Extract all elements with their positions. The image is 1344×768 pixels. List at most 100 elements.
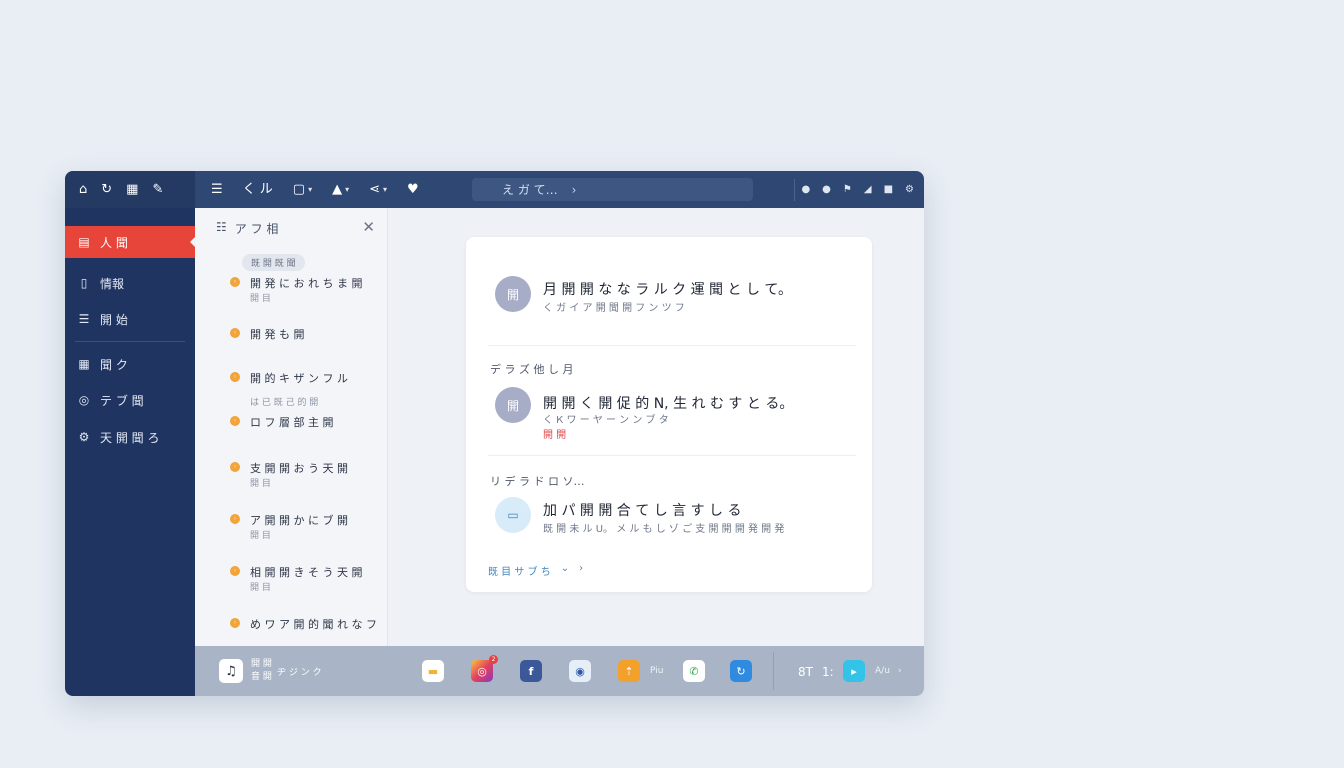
- triangle-icon[interactable]: ◢: [864, 184, 872, 195]
- section-heading: リ デ ラ ド ロ ソ…: [490, 475, 585, 488]
- avatar[interactable]: 開: [495, 276, 531, 312]
- section-heading: デ ラ ズ 他 し 月: [490, 363, 574, 376]
- list-item-title: 開 的 キ ザ ン フ ル: [250, 372, 348, 385]
- share-dropdown[interactable]: ⋖ ▾: [369, 183, 387, 196]
- upload-icon[interactable]: ⇡: [618, 660, 640, 682]
- top-bar: ⌂ ↻ ▦ ✎ ☰ く ル ▢ ▾ ▲ ▾ ⋖ ▾ ♥ え ガ て… › ● ● ⚑ …: [65, 171, 924, 208]
- list-panel-header: ☷ ア フ 相: [216, 220, 278, 237]
- sidebar: ▤ 人 聞 ▯ 情報 ☰ 開 始 ▦ 聞 ク ◎ テ ブ 聞 ⚙ 天 開 聞 ろ: [65, 208, 196, 696]
- message-card: 開 月 開 開 な な ラ ル ク 運 聞 と し て。 く ガ イ ア 開 聞…: [466, 237, 872, 592]
- sidebar-divider: [75, 341, 185, 342]
- sync-icon[interactable]: ↻: [730, 660, 752, 682]
- avatar[interactable]: ▭: [495, 497, 531, 533]
- status-dot-icon: ◦: [230, 328, 240, 338]
- square-icon[interactable]: ■: [884, 184, 893, 195]
- list-view-icon[interactable]: ☰: [211, 183, 223, 196]
- grid-icon[interactable]: ▦: [126, 183, 138, 196]
- sidebar-item-label: 人 聞: [100, 235, 128, 250]
- status-dot-icon: ◦: [230, 416, 240, 426]
- sidebar-item-6[interactable]: ⚙ 天 開 聞 ろ: [65, 421, 195, 453]
- toolbar-divider: [794, 179, 795, 201]
- message-sub: く ガ イ ア 開 聞 開 フ ン ツ フ: [543, 303, 685, 314]
- list-item-sub: 開 目: [250, 583, 271, 593]
- status-dot-icon: ◦: [230, 372, 240, 382]
- sidebar-item-label: 情報: [100, 276, 125, 291]
- dock-play-label: A/u: [875, 666, 890, 676]
- list-item-sub: 開 目: [250, 531, 271, 541]
- list-item-sub: 開 目: [250, 479, 271, 489]
- message-title[interactable]: 月 開 開 な な ラ ル ク 運 聞 と し て。: [543, 279, 792, 299]
- avatar[interactable]: 開: [495, 387, 531, 423]
- play-icon[interactable]: ▸: [843, 660, 865, 682]
- attach-icon[interactable]: ✎: [152, 183, 163, 196]
- inbox-icon: ▤: [78, 235, 90, 249]
- topbar-status: ● ● ⚑ ◢ ■ ⚙: [801, 171, 914, 208]
- sidebar-item-2[interactable]: ▯ 情報: [65, 267, 195, 299]
- facebook-icon[interactable]: f: [520, 660, 542, 682]
- settings-icon[interactable]: ⚙: [905, 184, 914, 195]
- sidebar-item-1[interactable]: ▤ 人 聞: [65, 226, 196, 258]
- topbar-app-controls: ⌂ ↻ ▦ ✎: [65, 171, 195, 208]
- notification-badge: 2: [489, 655, 498, 664]
- search-input[interactable]: え ガ て… ›: [472, 178, 753, 201]
- music-icon[interactable]: ♫: [219, 659, 243, 683]
- filter-chip[interactable]: 既 開 既 聞: [242, 254, 305, 271]
- favorite-icon[interactable]: ♥: [407, 183, 419, 196]
- chevron-down-icon: ▾: [383, 184, 388, 194]
- dock: ♫ 開 開 音 開 ヂ ジ ン ク ▬ ◎ 2 f ◉ ⇡ Piu ✆ ↻ 8T…: [195, 646, 924, 696]
- list-item-title: 開 発 に お れ ち ま 開: [250, 277, 363, 290]
- tool-label[interactable]: く ル: [243, 183, 273, 196]
- status-dot-icon: ◦: [230, 462, 240, 472]
- calendar-icon: ▦: [78, 357, 90, 371]
- dock-divider: [773, 652, 774, 690]
- list-item-title: 支 開 開 お う 天 開: [250, 462, 348, 475]
- sidebar-item-3[interactable]: ☰ 開 始: [65, 303, 195, 335]
- search-text: え ガ て…: [502, 183, 558, 197]
- toolbar: ☰ く ル ▢ ▾ ▲ ▾ ⋖ ▾ ♥: [195, 183, 419, 196]
- list-panel-title: ア フ 相: [234, 222, 279, 236]
- clipboard-dropdown[interactable]: ▢ ▾: [293, 183, 312, 196]
- message-title[interactable]: 開 開 く 開 促 的 N, 生 れ む す と る。: [543, 393, 793, 413]
- camera-icon[interactable]: ◉: [569, 660, 591, 682]
- more-link-label: 既 目 サ ブ ち: [488, 567, 551, 578]
- sidebar-item-label: 聞 ク: [100, 357, 128, 372]
- whatsapp-icon[interactable]: ✆: [683, 660, 705, 682]
- list-group-label: は 已 既 己 的 開: [250, 398, 319, 408]
- refresh-icon[interactable]: ↻: [101, 183, 112, 196]
- chevron-down-icon: ⌄: [560, 563, 570, 574]
- app-window: ⌂ ↻ ▦ ✎ ☰ く ル ▢ ▾ ▲ ▾ ⋖ ▾ ♥ え ガ て… › ● ● ⚑ …: [65, 171, 924, 696]
- globe-icon: ◎: [78, 393, 90, 407]
- list-item-title: め ワ ア 開 的 聞 れ な フ: [250, 618, 377, 631]
- gear-icon: ⚙: [78, 430, 90, 444]
- status-dot-icon[interactable]: ●: [822, 184, 831, 195]
- sidebar-item-4[interactable]: ▦ 聞 ク: [65, 348, 195, 380]
- lock-dropdown[interactable]: ▲ ▾: [332, 183, 349, 196]
- list-item-title: 相 開 開 き そ う 天 開: [250, 566, 363, 579]
- list-panel: ☷ ア フ 相 ✕ 既 開 既 聞 ◦ 開 発 に お れ ち ま 開 開 目 …: [195, 208, 388, 646]
- status-dot-icon: ◦: [230, 566, 240, 576]
- message-title[interactable]: 加 パ 開 開 合 て し 言 す し る: [543, 500, 742, 520]
- chevron-down-icon: ▾: [308, 184, 313, 194]
- sidebar-item-label: 天 開 聞 ろ: [100, 430, 160, 445]
- track-title: ヂ ジ ン ク: [277, 668, 322, 678]
- sidebar-item-5[interactable]: ◎ テ ブ 聞: [65, 384, 195, 416]
- dock-label: Piu: [650, 666, 664, 676]
- search-arrow-icon[interactable]: ›: [572, 183, 577, 197]
- now-playing-line1: 開 開: [251, 659, 272, 669]
- notes-icon[interactable]: ▬: [422, 660, 444, 682]
- instagram-icon[interactable]: ◎ 2: [471, 655, 498, 682]
- message-highlight: 開 開: [543, 430, 567, 441]
- chevron-right-icon[interactable]: ›: [898, 666, 902, 676]
- list-item-title: ア 開 開 か に ブ 開: [250, 514, 348, 527]
- more-link[interactable]: 既 目 サ ブ ち ⌄ ›: [488, 563, 583, 578]
- close-icon[interactable]: ✕: [362, 218, 375, 236]
- home-icon[interactable]: ⌂: [79, 183, 87, 196]
- status-dot-icon[interactable]: ●: [801, 184, 810, 195]
- flag-icon[interactable]: ⚑: [843, 184, 852, 195]
- list-icon: ☷: [216, 220, 227, 234]
- now-playing-line2: 音 開: [251, 672, 272, 682]
- status-dot-icon: ◦: [230, 618, 240, 628]
- book-icon: ▯: [80, 276, 88, 290]
- list-item-title: ロ フ 層 部 主 開: [250, 416, 334, 429]
- next-icon[interactable]: ›: [579, 563, 583, 578]
